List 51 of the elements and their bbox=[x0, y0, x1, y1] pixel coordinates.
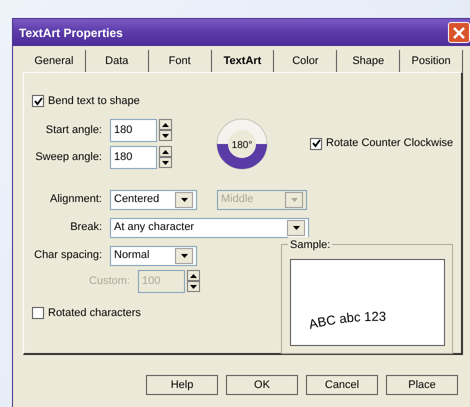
field-label: Break: bbox=[69, 220, 102, 236]
sample-preview: ABC abc 123 bbox=[290, 258, 445, 346]
checkbox-label: Rotated characters bbox=[48, 306, 141, 320]
up-arrow-icon bbox=[190, 274, 197, 278]
close-button[interactable] bbox=[448, 22, 470, 43]
checkmark-icon bbox=[34, 96, 42, 106]
close-icon bbox=[453, 26, 465, 38]
checkbox[interactable] bbox=[310, 138, 322, 150]
number-field[interactable]: 180 bbox=[110, 146, 157, 168]
field-label: Sweep angle: bbox=[34, 150, 102, 165]
tab[interactable]: Position bbox=[400, 50, 464, 72]
spin-down-button[interactable] bbox=[159, 157, 172, 168]
field-label: Char spacing: bbox=[33, 248, 102, 264]
spin-up-button[interactable] bbox=[187, 270, 200, 281]
dropdown[interactable]: At any character bbox=[110, 218, 309, 238]
tab[interactable]: Shape bbox=[337, 50, 400, 72]
group-label: Sample: bbox=[288, 236, 332, 253]
checkmark-icon bbox=[312, 139, 320, 148]
spin-up-button[interactable] bbox=[159, 146, 172, 157]
dropdown[interactable]: Centered bbox=[110, 190, 197, 210]
spin-up-button[interactable] bbox=[159, 119, 172, 130]
window-title: TextArt Properties bbox=[19, 24, 123, 42]
tab[interactable]: TextArt bbox=[212, 50, 274, 72]
tab[interactable]: Font bbox=[148, 50, 212, 72]
field-label: Alignment: bbox=[49, 192, 102, 208]
dropdown-arrow-icon bbox=[292, 226, 300, 230]
dialog-button[interactable]: Help bbox=[146, 375, 218, 395]
up-arrow-icon bbox=[162, 150, 169, 154]
down-arrow-icon bbox=[162, 134, 169, 138]
dialog-button[interactable]: Cancel bbox=[306, 375, 378, 395]
tab[interactable]: Data bbox=[86, 50, 149, 72]
spin-down-button[interactable] bbox=[159, 130, 172, 141]
checkbox-label: Bend text to shape bbox=[48, 94, 140, 109]
number-field[interactable]: 180 bbox=[110, 118, 157, 142]
tab[interactable]: General bbox=[23, 50, 86, 72]
dropdown-arrow-icon bbox=[180, 198, 188, 202]
field-label: Custom: bbox=[88, 274, 130, 289]
down-arrow-icon bbox=[162, 160, 169, 164]
dropdown-arrow-icon bbox=[290, 198, 298, 202]
dialog-button[interactable]: Place bbox=[386, 375, 458, 395]
dropdown[interactable]: Normal bbox=[110, 246, 197, 266]
dropdown-arrow-icon bbox=[180, 254, 188, 258]
checkbox[interactable] bbox=[32, 95, 44, 108]
tab[interactable]: Color bbox=[274, 50, 338, 72]
spin-down-button[interactable] bbox=[187, 281, 200, 292]
checkbox[interactable] bbox=[32, 306, 44, 319]
checkbox-label: Rotate Counter Clockwise bbox=[326, 136, 454, 152]
dialog-button[interactable]: OK bbox=[226, 375, 298, 395]
down-arrow-icon bbox=[190, 284, 197, 288]
up-arrow-icon bbox=[162, 122, 169, 126]
field-label: Start angle: bbox=[44, 122, 102, 138]
